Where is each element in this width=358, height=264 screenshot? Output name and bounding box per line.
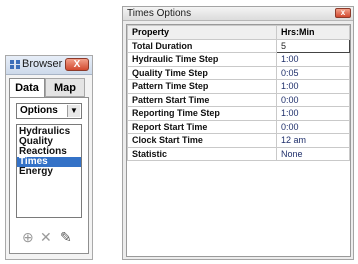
property-label: Pattern Time Step <box>127 79 277 94</box>
table-row[interactable]: Pattern Time Step 1:00 <box>127 79 350 94</box>
property-value[interactable]: 0:05 <box>276 65 350 80</box>
property-label: Quality Time Step <box>127 65 277 80</box>
list-item-energy[interactable]: Energy <box>17 167 81 177</box>
total-duration-field[interactable]: 5 <box>276 38 350 53</box>
data-tab-panel: Options ▼ Hydraulics Quality Reactions T… <box>9 97 89 254</box>
property-label: Hydraulic Time Step <box>127 52 277 67</box>
property-label: Total Duration <box>127 38 277 53</box>
header-row: Property Hrs:Min <box>127 25 350 40</box>
browser-close-button[interactable]: X <box>65 58 89 71</box>
property-value[interactable]: 0:00 <box>276 92 350 107</box>
options-list: Hydraulics Quality Reactions Times Energ… <box>16 124 82 218</box>
browser-title: Browser <box>22 58 63 70</box>
category-select-value: Options <box>20 105 58 116</box>
property-value[interactable]: 1:00 <box>276 52 350 67</box>
browser-window: Browser X Data Map Options ▼ Hydraulics … <box>5 55 93 260</box>
edit-icon[interactable]: ✎ <box>60 229 72 246</box>
browser-app-icon <box>10 60 20 69</box>
table-row[interactable]: Total Duration 5 <box>127 38 350 53</box>
category-select[interactable]: Options ▼ <box>16 103 82 119</box>
tab-data[interactable]: Data <box>9 78 45 98</box>
property-value[interactable]: 12 am <box>276 133 350 148</box>
table-row[interactable]: Hydraulic Time Step 1:00 <box>127 52 350 67</box>
browser-toolbar: ⊕ ✕ ✎ <box>10 226 88 248</box>
property-value[interactable]: None <box>276 146 350 161</box>
browser-tabs: Data Map <box>9 78 89 98</box>
table-row[interactable]: Quality Time Step 0:05 <box>127 65 350 80</box>
property-label: Statistic <box>127 146 277 161</box>
table-row[interactable]: Pattern Start Time 0:00 <box>127 92 350 107</box>
property-label: Pattern Start Time <box>127 92 277 107</box>
column-header-property: Property <box>127 25 277 40</box>
times-options-title-bar[interactable]: Times Options x <box>123 7 353 21</box>
property-label: Report Start Time <box>127 119 277 134</box>
column-header-value: Hrs:Min <box>276 25 350 40</box>
property-value[interactable]: 1:00 <box>276 79 350 94</box>
times-options-title: Times Options <box>127 8 192 19</box>
add-icon[interactable]: ⊕ <box>22 229 34 246</box>
tab-map[interactable]: Map <box>45 78 85 97</box>
property-label: Reporting Time Step <box>127 106 277 121</box>
table-row[interactable]: Reporting Time Step 1:00 <box>127 106 350 121</box>
times-options-window: Times Options x Property Hrs:Min Total D… <box>122 6 354 260</box>
browser-title-bar[interactable]: Browser X <box>6 56 92 75</box>
property-grid: Property Hrs:Min Total Duration 5 Hydrau… <box>126 24 351 257</box>
property-label: Clock Start Time <box>127 133 277 148</box>
table-row[interactable]: Statistic None <box>127 146 350 161</box>
table-row[interactable]: Report Start Time 0:00 <box>127 119 350 134</box>
property-value[interactable]: 1:00 <box>276 106 350 121</box>
times-options-close-button[interactable]: x <box>335 8 351 18</box>
property-value[interactable]: 0:00 <box>276 119 350 134</box>
property-table: Property Hrs:Min Total Duration 5 Hydrau… <box>127 25 350 161</box>
delete-icon[interactable]: ✕ <box>40 229 52 246</box>
table-row[interactable]: Clock Start Time 12 am <box>127 133 350 148</box>
chevron-down-icon[interactable]: ▼ <box>67 105 80 117</box>
